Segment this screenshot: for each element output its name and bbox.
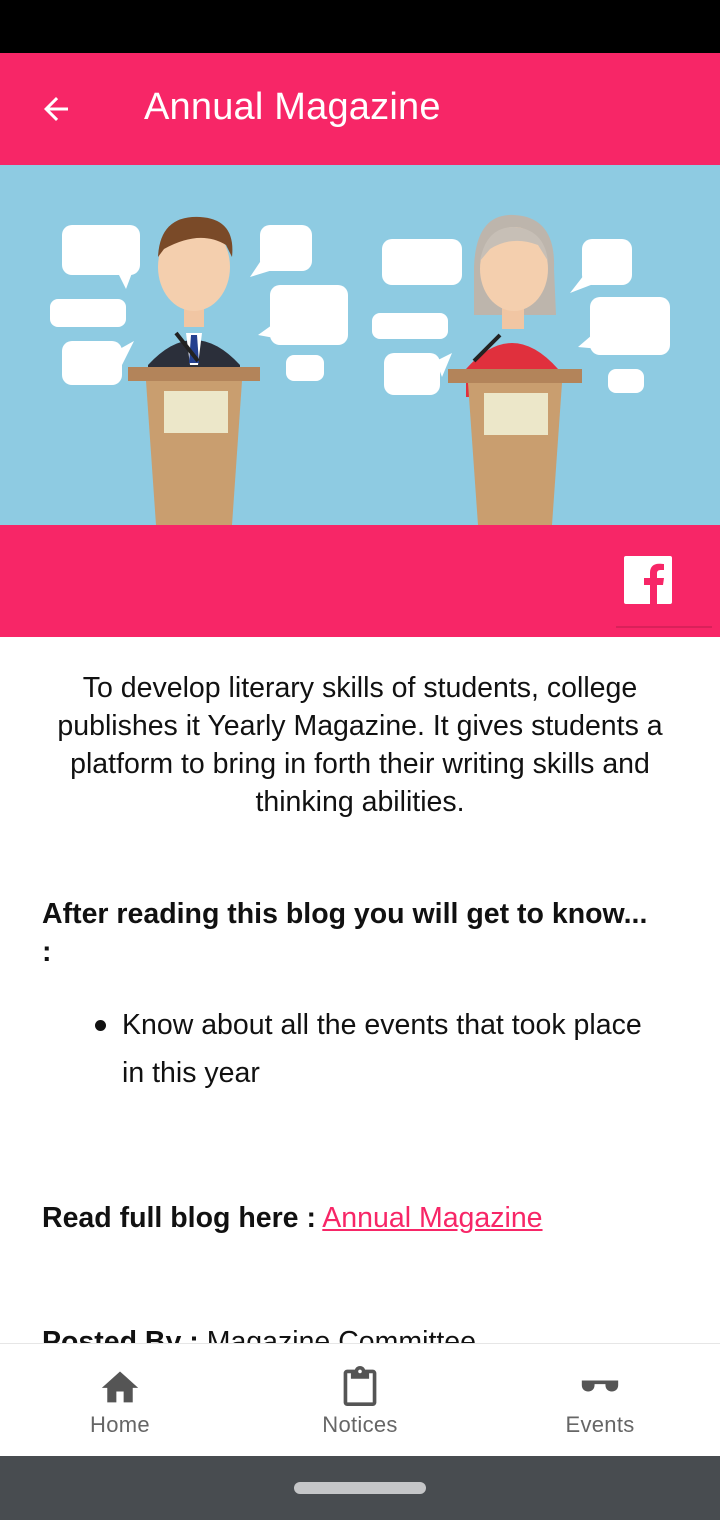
list-item-text: Know about all the events that took plac…: [122, 1009, 642, 1089]
nav-label-home: Home: [90, 1412, 150, 1437]
article-heading: After reading this blog you will get to …: [42, 898, 648, 968]
nav-item-home[interactable]: Home: [0, 1344, 240, 1457]
hero-image: [0, 165, 720, 525]
facebook-share-button[interactable]: [624, 556, 672, 604]
sunglasses-icon: [581, 1380, 619, 1392]
bullet-list: Know about all the events that took plac…: [42, 1001, 662, 1097]
facebook-underline: [616, 626, 712, 628]
app-bar: Annual Magazine: [0, 53, 720, 165]
nav-label-notices: Notices: [322, 1412, 398, 1437]
article-content: To develop literary skills of students, …: [0, 637, 720, 1343]
system-navigation-bar: [0, 1456, 720, 1520]
home-icon: [101, 1371, 139, 1403]
posted-label: Posted By :: [42, 1326, 199, 1343]
nav-item-events[interactable]: Events: [480, 1344, 720, 1457]
bullet-dot: [95, 1020, 106, 1031]
facebook-icon: [624, 556, 672, 604]
debate-illustration: [0, 165, 720, 525]
clipboard-icon: [343, 1366, 377, 1406]
read-full-blog: Read full blog here : Annual Magazine: [42, 1199, 543, 1237]
posted-by: Posted By : Magazine Committee: [42, 1323, 476, 1343]
page-title: Annual Magazine: [144, 86, 441, 128]
bottom-nav: Home Notices Events: [0, 1343, 720, 1457]
status-bar: [0, 0, 720, 53]
nav-item-notices[interactable]: Notices: [240, 1344, 480, 1457]
blog-link[interactable]: Annual Magazine: [322, 1202, 542, 1234]
arrow-back-icon: [44, 97, 68, 121]
list-item: Know about all the events that took plac…: [42, 1001, 662, 1097]
home-gesture-pill[interactable]: [294, 1482, 426, 1494]
article-intro: To develop literary skills of students, …: [57, 672, 663, 818]
back-button[interactable]: [30, 83, 82, 135]
read-label: Read full blog here :: [42, 1202, 316, 1234]
nav-label-events: Events: [565, 1412, 635, 1437]
share-strip: [0, 525, 720, 637]
posted-value: Magazine Committee: [206, 1326, 476, 1343]
